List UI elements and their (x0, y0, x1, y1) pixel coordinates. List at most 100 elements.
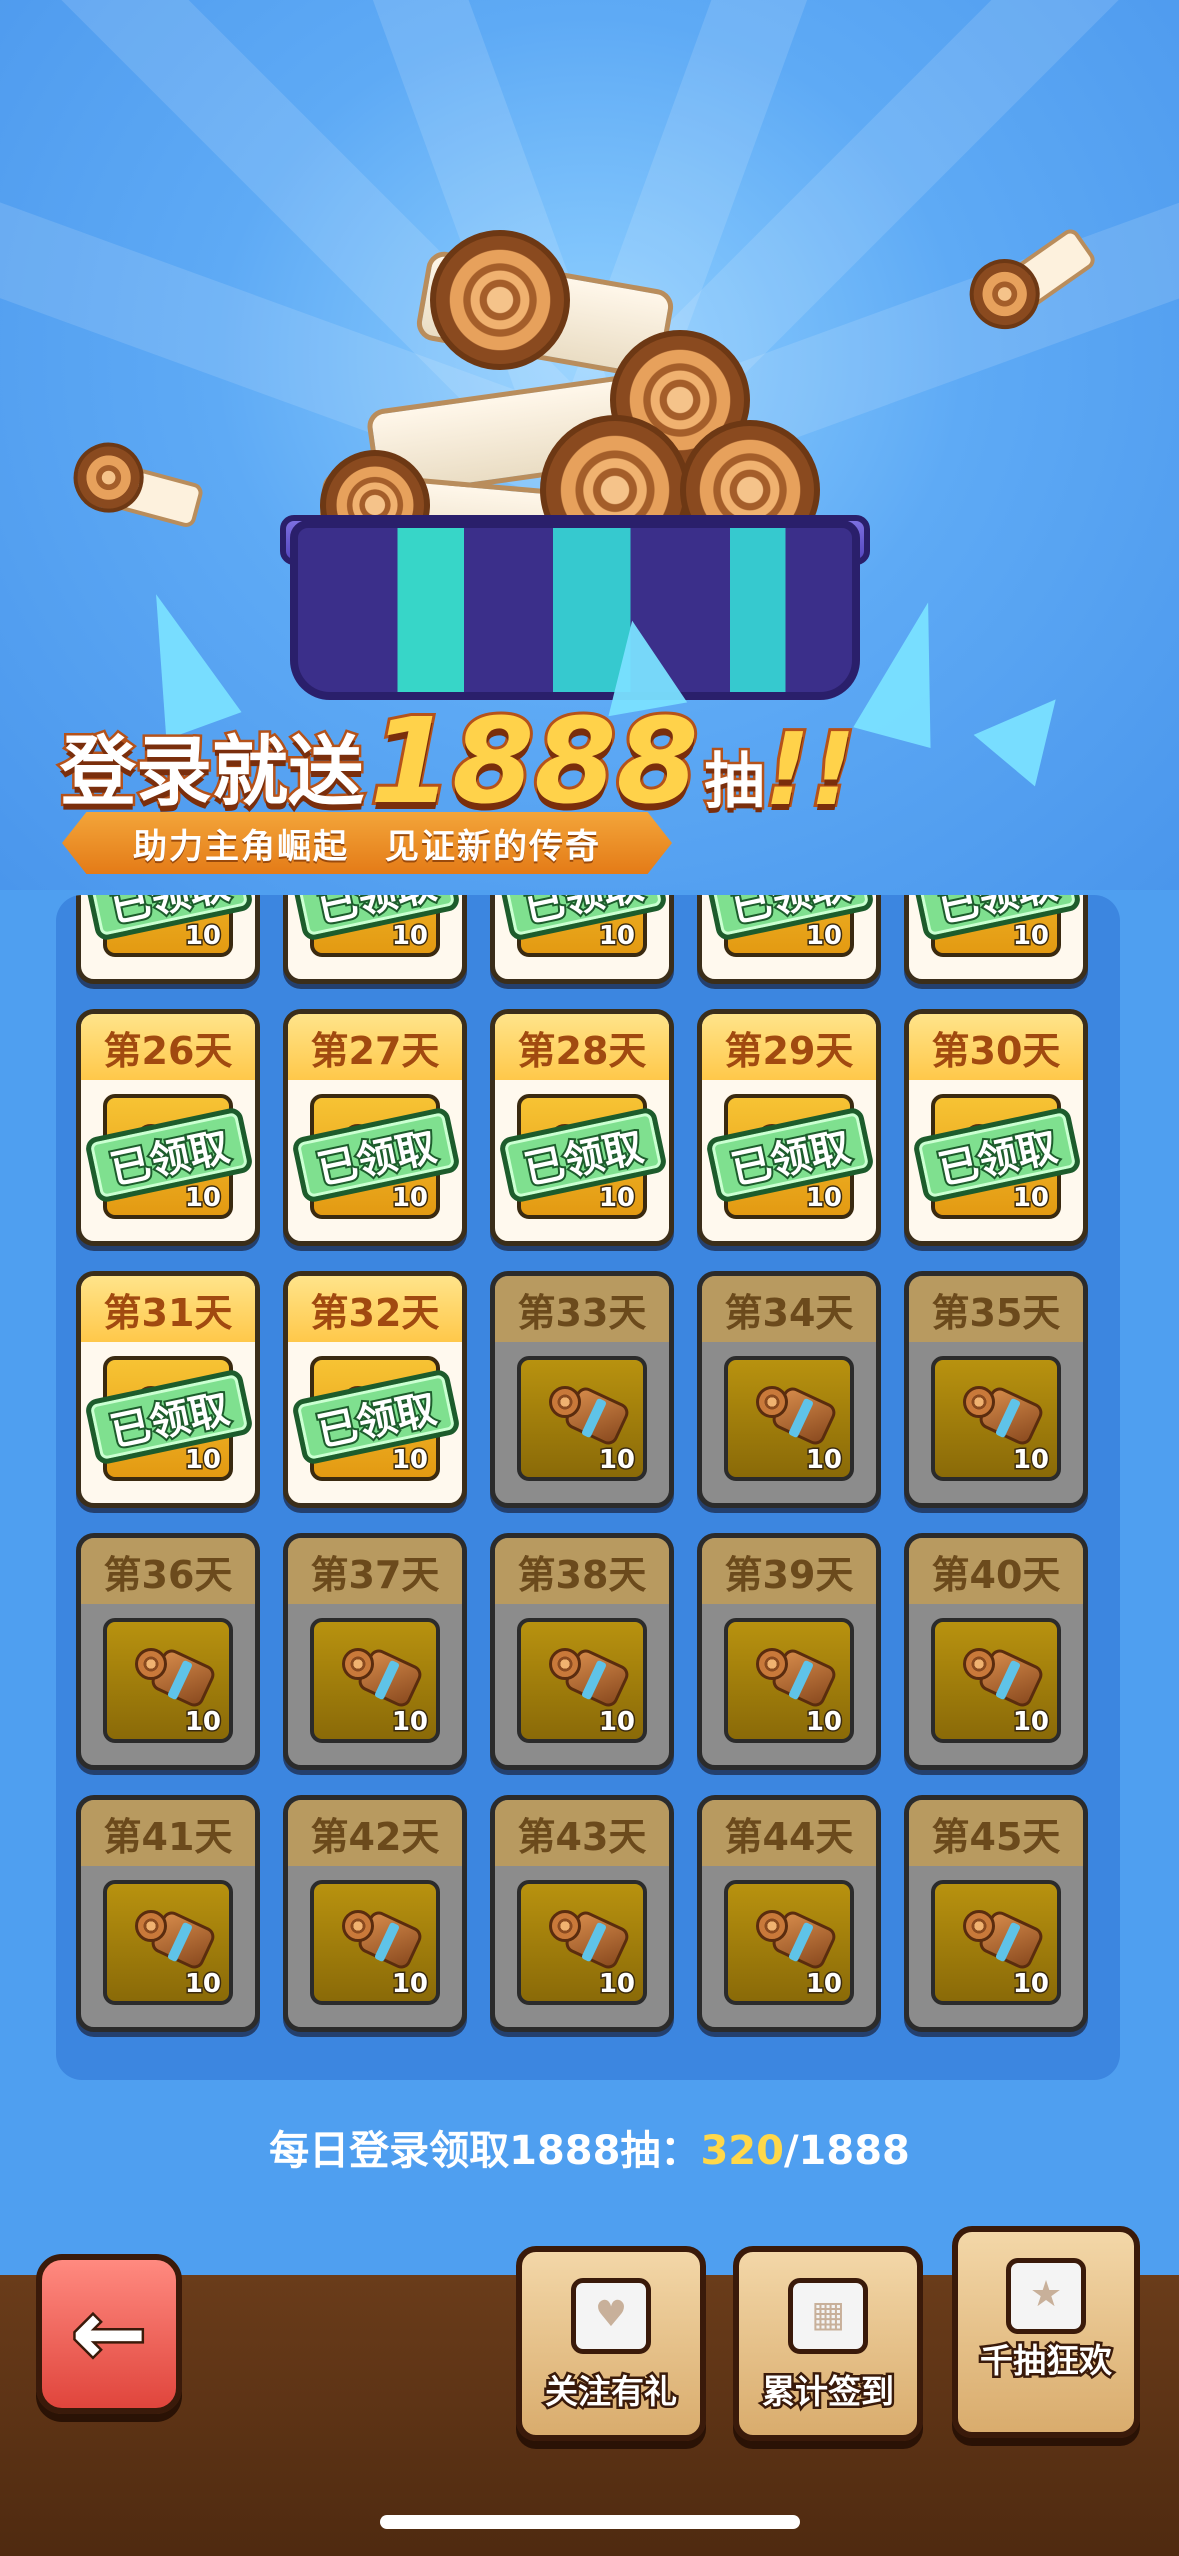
reward-quantity: 10 (390, 1968, 429, 2001)
reward-slot: 10 (931, 1618, 1061, 1743)
day-label: 第27天 (288, 1014, 462, 1080)
reward-quantity: 10 (390, 1182, 429, 1215)
day-reward-card[interactable]: 第34天 10 (697, 1271, 881, 1508)
day-reward-card[interactable]: 第22天10已领取 (283, 895, 467, 984)
daily-reward-grid[interactable]: 第21天10已领取第22天10已领取第23天10已领取第24天10已领取第25天… (56, 895, 1120, 2080)
reward-quantity: 10 (804, 1182, 843, 1215)
scroll-icon (756, 1378, 839, 1448)
day-reward-card[interactable]: 第38天 10 (490, 1533, 674, 1770)
scroll-icon (756, 1640, 839, 1710)
chest-icon: ★ (1006, 2258, 1086, 2334)
hero-banner: 登录就送 1888 抽 !! 助力主角崛起 见证新的传奇 (0, 0, 1179, 890)
reward-slot: 10 (310, 1880, 440, 2005)
reward-quantity: 10 (804, 920, 843, 953)
scroll-icon (963, 1640, 1046, 1710)
progress-total: 1888 (798, 2128, 910, 2174)
day-reward-card[interactable]: 第31天 10 已领取 (76, 1271, 260, 1508)
day-reward-card[interactable]: 第24天10已领取 (697, 895, 881, 984)
day-label: 第44天 (702, 1800, 876, 1866)
day-reward-card[interactable]: 第23天10已领取 (490, 895, 674, 984)
day-label: 第35天 (909, 1276, 1083, 1342)
day-reward-card[interactable]: 第36天 10 (76, 1533, 260, 1770)
day-reward-card[interactable]: 第32天 10 已领取 (283, 1271, 467, 1508)
day-reward-card[interactable]: 第37天 10 (283, 1533, 467, 1770)
scroll-icon (549, 1378, 632, 1448)
subtitle-ribbon: 助力主角崛起 见证新的传奇 (62, 812, 672, 874)
reward-quantity: 10 (183, 1182, 222, 1215)
login-progress: 每日登录领取1888抽：320/1888 (0, 2118, 1179, 2176)
day-reward-card[interactable]: 第41天 10 (76, 1795, 260, 2032)
scroll-icon (963, 1378, 1046, 1448)
day-reward-card[interactable]: 第26天 10 已领取 (76, 1009, 260, 1246)
reward-quantity: 10 (597, 1706, 636, 1739)
reward-quantity: 10 (597, 1182, 636, 1215)
reward-quantity: 10 (804, 1706, 843, 1739)
day-reward-card[interactable]: 第39天 10 (697, 1533, 881, 1770)
cumulative-checkin-button[interactable]: ▦ 累计签到 (733, 2246, 923, 2441)
follow-gift-button[interactable]: ♥ 关注有礼 (516, 2246, 706, 2441)
thousand-draws-button[interactable]: ★ 千抽狂欢 (952, 2226, 1140, 2438)
reward-slot: 10 (517, 1356, 647, 1481)
reward-quantity: 10 (597, 920, 636, 953)
reward-slot: 10 (931, 1880, 1061, 2005)
scroll-icon (756, 1902, 839, 1972)
scroll-icon (342, 1902, 425, 1972)
scroll-icon (135, 1902, 218, 1972)
banner-title: 登录就送 1888 抽 !! (58, 692, 880, 830)
title-number: 1888 (367, 692, 701, 830)
reward-quantity: 10 (390, 920, 429, 953)
reward-quantity: 10 (183, 920, 222, 953)
day-reward-card[interactable]: 第35天 10 (904, 1271, 1088, 1508)
day-reward-card[interactable]: 第27天 10 已领取 (283, 1009, 467, 1246)
scroll-icon (549, 1902, 632, 1972)
day-reward-card[interactable]: 第45天 10 (904, 1795, 1088, 2032)
reward-quantity: 10 (804, 1968, 843, 2001)
day-reward-card[interactable]: 第42天 10 (283, 1795, 467, 2032)
scroll-icon (342, 1640, 425, 1710)
calendar-icon: ▦ (788, 2278, 868, 2354)
reward-quantity: 10 (183, 1444, 222, 1477)
scroll-icon (549, 1640, 632, 1710)
day-label: 第34天 (702, 1276, 876, 1342)
day-reward-card[interactable]: 第25天10已领取 (904, 895, 1088, 984)
title-prefix: 登录就送 (58, 725, 367, 819)
title-suffix: 抽 (702, 745, 767, 820)
reward-slot: 10 (310, 1618, 440, 1743)
reward-slot: 10 (724, 1880, 854, 2005)
day-reward-card[interactable]: 第29天 10 已领取 (697, 1009, 881, 1246)
reward-slot: 10 (517, 1618, 647, 1743)
reward-quantity: 10 (804, 1444, 843, 1477)
reward-grid-inner: 第21天10已领取第22天10已领取第23天10已领取第24天10已领取第25天… (76, 895, 1088, 2032)
day-reward-card[interactable]: 第21天10已领取 (76, 895, 260, 984)
reward-slot: 10 (103, 1618, 233, 1743)
progress-label: 每日登录领取1888抽： (269, 2128, 701, 2174)
scroll-icon (135, 1640, 218, 1710)
day-label: 第29天 (702, 1014, 876, 1080)
day-label: 第43天 (495, 1800, 669, 1866)
day-reward-card[interactable]: 第30天 10 已领取 (904, 1009, 1088, 1246)
day-label: 第28天 (495, 1014, 669, 1080)
back-arrow-icon: ← (69, 2281, 149, 2386)
reward-quantity: 10 (183, 1706, 222, 1739)
day-label: 第39天 (702, 1538, 876, 1604)
progress-current: 320 (700, 2128, 784, 2174)
day-reward-card[interactable]: 第33天 10 (490, 1271, 674, 1508)
progress-separator: / (783, 2128, 799, 2174)
reward-slot: 10 (724, 1618, 854, 1743)
day-reward-card[interactable]: 第44天 10 (697, 1795, 881, 2032)
gift-icon: ♥ (571, 2278, 651, 2354)
reward-quantity: 10 (390, 1444, 429, 1477)
day-reward-card[interactable]: 第40天 10 (904, 1533, 1088, 1770)
day-label: 第36天 (81, 1538, 255, 1604)
back-button[interactable]: ← (36, 2254, 182, 2414)
day-label: 第32天 (288, 1276, 462, 1342)
day-label: 第45天 (909, 1800, 1083, 1866)
reward-quantity: 10 (1011, 1968, 1050, 2001)
day-reward-card[interactable]: 第43天 10 (490, 1795, 674, 2032)
day-label: 第41天 (81, 1800, 255, 1866)
reward-quantity: 10 (597, 1444, 636, 1477)
title-exclaim: !! (761, 711, 858, 828)
day-reward-card[interactable]: 第28天 10 已领取 (490, 1009, 674, 1246)
chest-body (290, 520, 860, 700)
day-label: 第40天 (909, 1538, 1083, 1604)
